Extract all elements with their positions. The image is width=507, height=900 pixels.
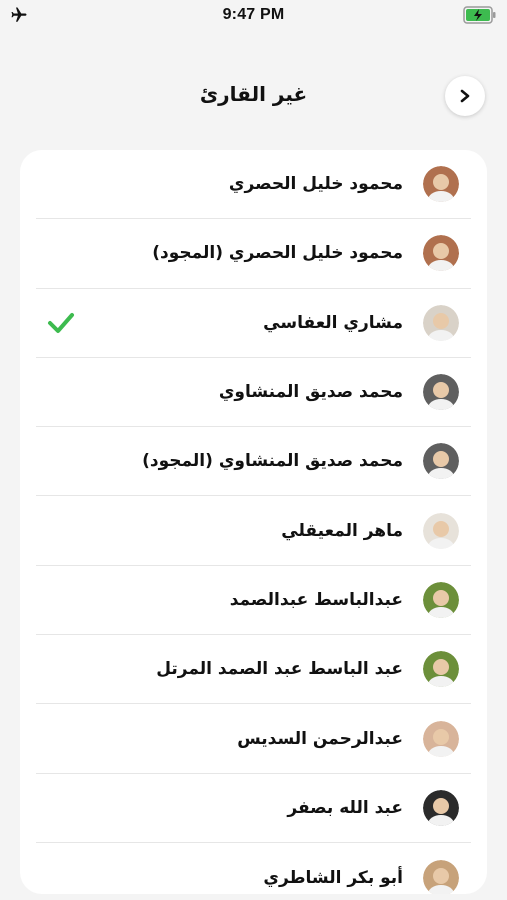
reciter-name: ماهر المعيقلي (281, 520, 403, 541)
reciter-avatar (423, 304, 459, 341)
reciter-row[interactable]: عبد الباسط عبد الصمد المرتل (36, 635, 471, 705)
reciter-row[interactable]: عبدالباسط عبدالصمد (36, 566, 471, 636)
reciter-row[interactable]: أبو بكر الشاطري (36, 843, 471, 894)
reciter-row[interactable]: عبدالرحمن السديس (36, 704, 471, 774)
checkmark-icon (48, 312, 74, 333)
header: غير القارئ (0, 70, 507, 124)
reciter-avatar (423, 859, 459, 894)
reciter-name: محمود خليل الحصري (228, 174, 403, 195)
reciter-list: محمود خليل الحصري محمود خليل الحصري (المج… (20, 150, 487, 894)
reciter-row[interactable]: محمود خليل الحصري (36, 150, 471, 220)
reciter-avatar (423, 235, 459, 272)
reciter-name: عبد الله بصفر (287, 797, 403, 818)
reciter-avatar (423, 720, 459, 757)
reciter-name: عبد الباسط عبد الصمد المرتل (156, 659, 403, 680)
status-bar: 9:47 PM (0, 0, 507, 30)
reciter-avatar (423, 512, 459, 549)
reciter-name: محمد صديق المنشاوي (218, 382, 403, 403)
reciter-avatar (423, 789, 459, 826)
reciter-row[interactable]: عبد الله بصفر (36, 774, 471, 843)
back-button[interactable] (445, 76, 485, 116)
battery-charging-icon (463, 6, 496, 24)
reciter-avatar (423, 651, 459, 688)
reciter-avatar (423, 443, 459, 480)
reciter-name: عبدالرحمن السديس (237, 728, 403, 749)
reciter-name: مشاري العفاسي (263, 312, 403, 333)
reciter-row[interactable]: ماهر المعيقلي (36, 496, 471, 566)
reciter-avatar (423, 374, 459, 411)
status-time: 9:47 PM (222, 6, 285, 23)
reciter-row[interactable]: مشاري العفاسي (36, 289, 471, 358)
reciter-row[interactable]: محمد صديق المنشاوي (36, 358, 471, 428)
reciter-name: محمد صديق المنشاوي (المجود) (142, 451, 403, 472)
page-title: غير القارئ (199, 82, 308, 106)
reciter-row[interactable]: محمد صديق المنشاوي (المجود) (36, 427, 471, 497)
reciter-avatar (423, 166, 459, 203)
reciter-row[interactable]: محمود خليل الحصري (المجود) (36, 219, 471, 289)
reciter-name: محمود خليل الحصري (المجود) (152, 243, 403, 264)
reciter-name: عبدالباسط عبدالصمد (229, 589, 403, 610)
chevron-right-icon (460, 89, 470, 103)
reciter-avatar (423, 581, 459, 618)
reciter-name: أبو بكر الشاطري (263, 867, 403, 888)
